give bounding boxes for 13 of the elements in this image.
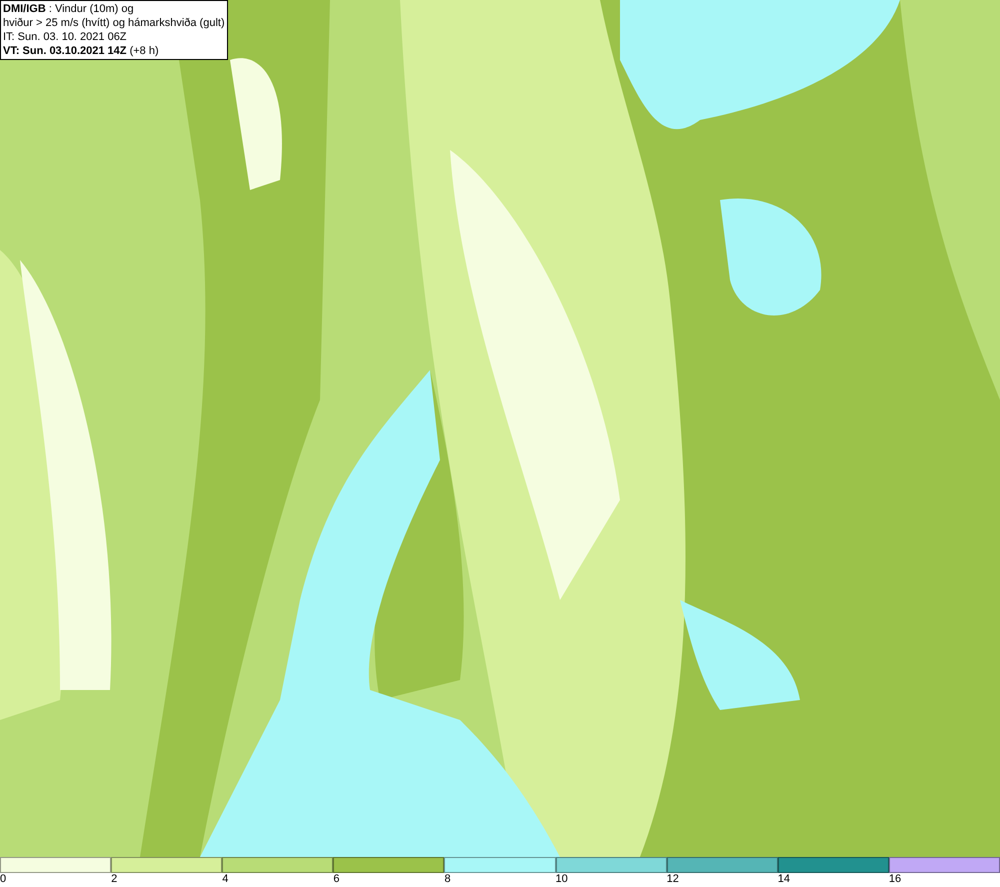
header-text: VT: Sun. 03.10.2021 14Z (+8 h): [3, 44, 160, 58]
legend-label: 14: [778, 873, 790, 886]
header-text: IT: Sun. 03. 10. 2021 06Z: [3, 30, 128, 44]
legend-label: 6: [333, 873, 340, 886]
legend-label: 0: [0, 873, 6, 886]
legend-label: 2: [111, 873, 118, 886]
legend-label: 12: [666, 873, 679, 886]
legend-label: 16: [888, 873, 902, 886]
header-text: hviður > 25 m/s (hvítt) og hámarkshviða (gult): [3, 16, 225, 30]
header-text: DMI/IGB : Vindur (10m) og: [3, 2, 135, 16]
legend-label: 10: [556, 873, 568, 886]
legend-label: 8: [444, 873, 451, 886]
legend-label: 4: [222, 873, 228, 886]
